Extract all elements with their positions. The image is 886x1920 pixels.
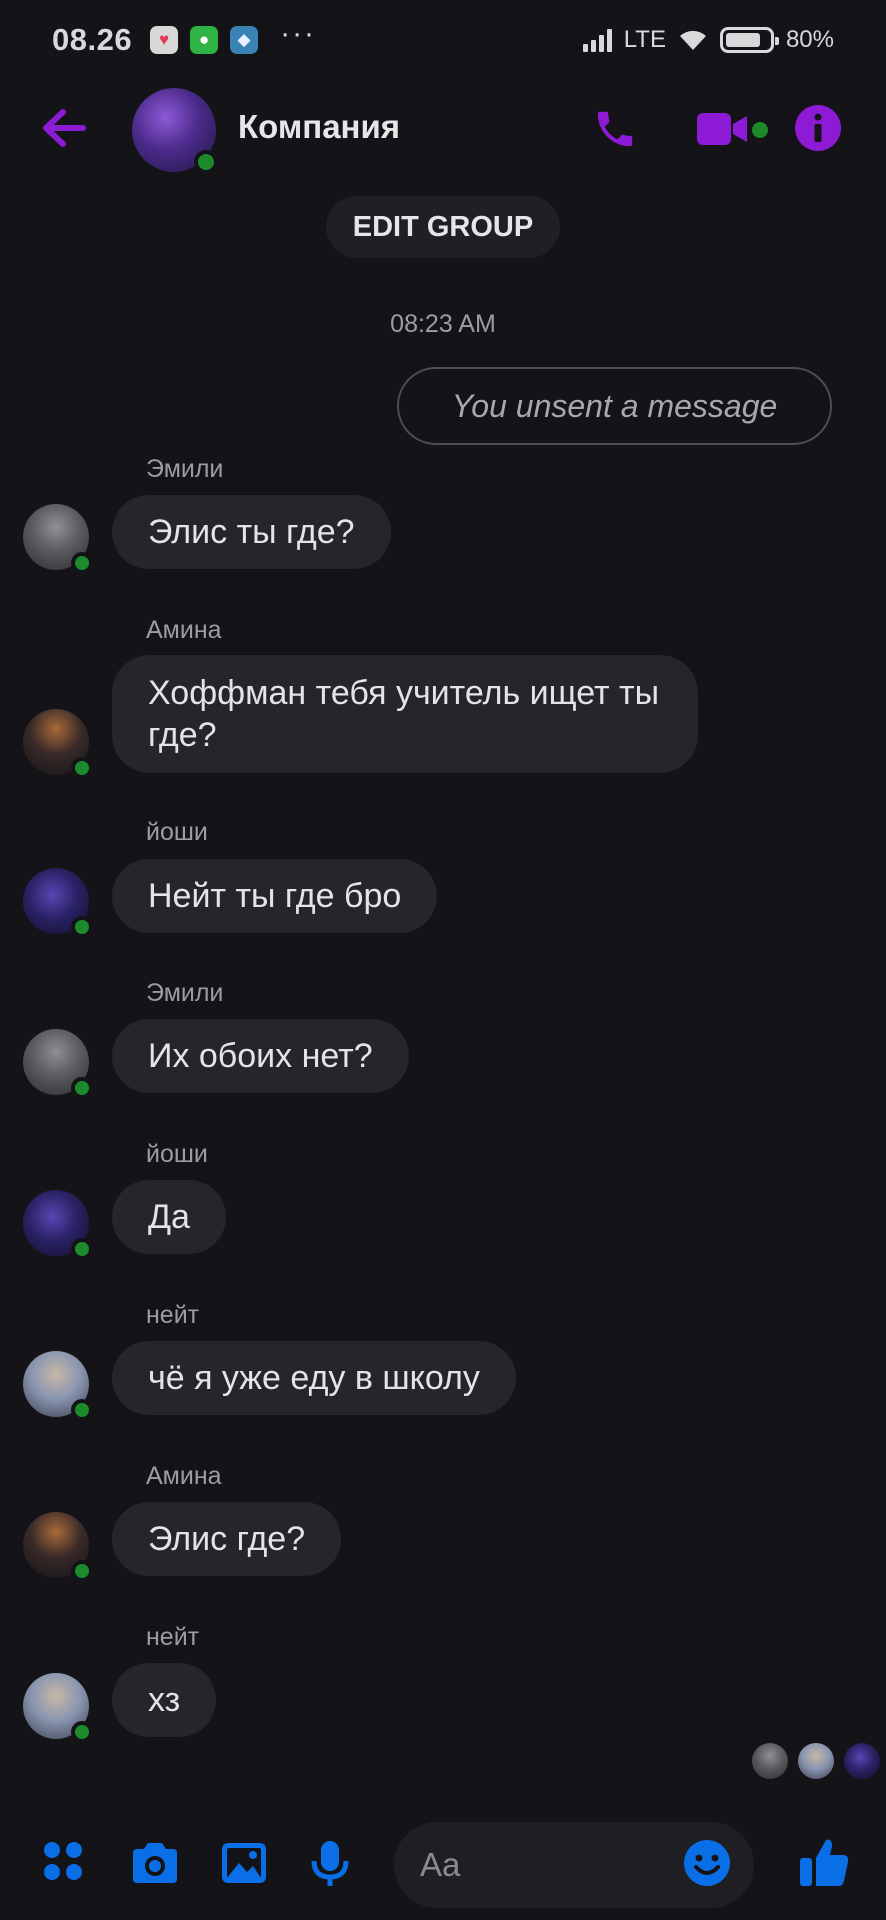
status-bar: 08.26 ♥ ● ◆ ··· LTE 80%	[0, 0, 886, 80]
edit-group-button[interactable]: EDIT GROUP	[326, 196, 560, 258]
message-bubble[interactable]: Хоффман тебя учитель ищет ты где?	[112, 655, 698, 773]
message-bubble[interactable]: Элис ты где?	[112, 495, 391, 569]
microphone-icon	[311, 1841, 349, 1886]
avatar[interactable]	[23, 1512, 93, 1582]
like-button[interactable]	[796, 1834, 852, 1890]
emoji-button[interactable]	[682, 1838, 732, 1888]
status-right: LTE 80%	[582, 26, 834, 54]
avatar[interactable]	[23, 868, 93, 938]
wifi-icon	[679, 30, 706, 50]
message-timestamp: 08:23 AM	[390, 310, 496, 338]
video-active-indicator	[752, 122, 768, 138]
read-receipt-avatar	[752, 1743, 788, 1779]
video-call-button[interactable]	[690, 102, 756, 156]
message-composer	[0, 1820, 886, 1908]
camera-button[interactable]	[128, 1838, 182, 1888]
message-notification-icon: ●	[190, 26, 219, 54]
thumbs-up-icon	[800, 1839, 849, 1886]
avatar[interactable]	[23, 1029, 93, 1099]
notification-icons: ♥ ● ◆	[150, 26, 259, 54]
network-type: LTE	[623, 26, 666, 53]
sender-name: йоши	[146, 1140, 208, 1168]
online-indicator	[71, 1238, 93, 1260]
camera-icon	[133, 1843, 177, 1883]
sender-name: нейт	[146, 1301, 200, 1329]
message-bubble[interactable]: Нейт ты где бро	[112, 859, 438, 933]
online-indicator	[71, 916, 93, 938]
online-indicator	[71, 1077, 93, 1099]
unsent-message-notice[interactable]: You unsent a message	[397, 367, 832, 445]
video-camera-icon	[697, 113, 747, 145]
sender-name: Амина	[146, 1462, 222, 1490]
app-notification-icon: ◆	[230, 26, 259, 54]
message-bubble[interactable]: Да	[112, 1180, 226, 1254]
online-indicator	[71, 1560, 93, 1582]
avatar[interactable]	[23, 1673, 93, 1743]
sender-name: йоши	[146, 818, 208, 846]
avatar[interactable]	[23, 504, 93, 574]
avatar[interactable]	[23, 1190, 93, 1260]
more-notifications-icon: ···	[280, 17, 317, 50]
read-receipt-avatar	[798, 1743, 834, 1779]
battery-icon	[719, 27, 779, 53]
heart-notification-icon: ♥	[150, 26, 179, 54]
message-bubble[interactable]: хз	[112, 1663, 217, 1737]
sender-name: Эмили	[146, 979, 224, 1007]
online-indicator	[194, 150, 218, 174]
online-indicator	[71, 1399, 93, 1421]
more-actions-button[interactable]	[40, 1838, 86, 1884]
emoji-icon	[684, 1840, 730, 1886]
info-button[interactable]	[792, 102, 844, 154]
image-icon	[222, 1843, 266, 1883]
chat-header: Компания	[0, 82, 886, 176]
phone-icon	[597, 111, 633, 147]
menu-dots-icon	[44, 1842, 82, 1880]
group-avatar[interactable]	[132, 88, 218, 174]
read-receipts	[752, 1743, 880, 1779]
info-icon	[795, 105, 841, 151]
back-button[interactable]	[38, 104, 90, 152]
online-indicator	[71, 757, 93, 779]
read-receipt-avatar	[844, 1743, 880, 1779]
status-time: 08.26	[52, 22, 133, 57]
message-bubble[interactable]: чё я уже еду в школу	[112, 1341, 516, 1415]
message-bubble[interactable]: Их обоих нет?	[112, 1019, 409, 1093]
sender-name: Эмили	[146, 455, 224, 483]
online-indicator	[71, 1721, 93, 1743]
battery-percent: 80%	[785, 26, 834, 53]
back-arrow-icon	[43, 109, 86, 147]
avatar[interactable]	[23, 709, 93, 779]
gallery-button[interactable]	[218, 1838, 270, 1888]
online-indicator	[71, 552, 93, 574]
signal-icon	[582, 28, 612, 52]
sender-name: нейт	[146, 1623, 200, 1651]
voice-call-button[interactable]	[588, 102, 642, 156]
sender-name: Амина	[146, 616, 222, 644]
voice-message-button[interactable]	[308, 1838, 352, 1890]
message-bubble[interactable]: Элис где?	[112, 1502, 342, 1576]
group-name[interactable]: Компания	[238, 108, 400, 146]
avatar[interactable]	[23, 1351, 93, 1421]
